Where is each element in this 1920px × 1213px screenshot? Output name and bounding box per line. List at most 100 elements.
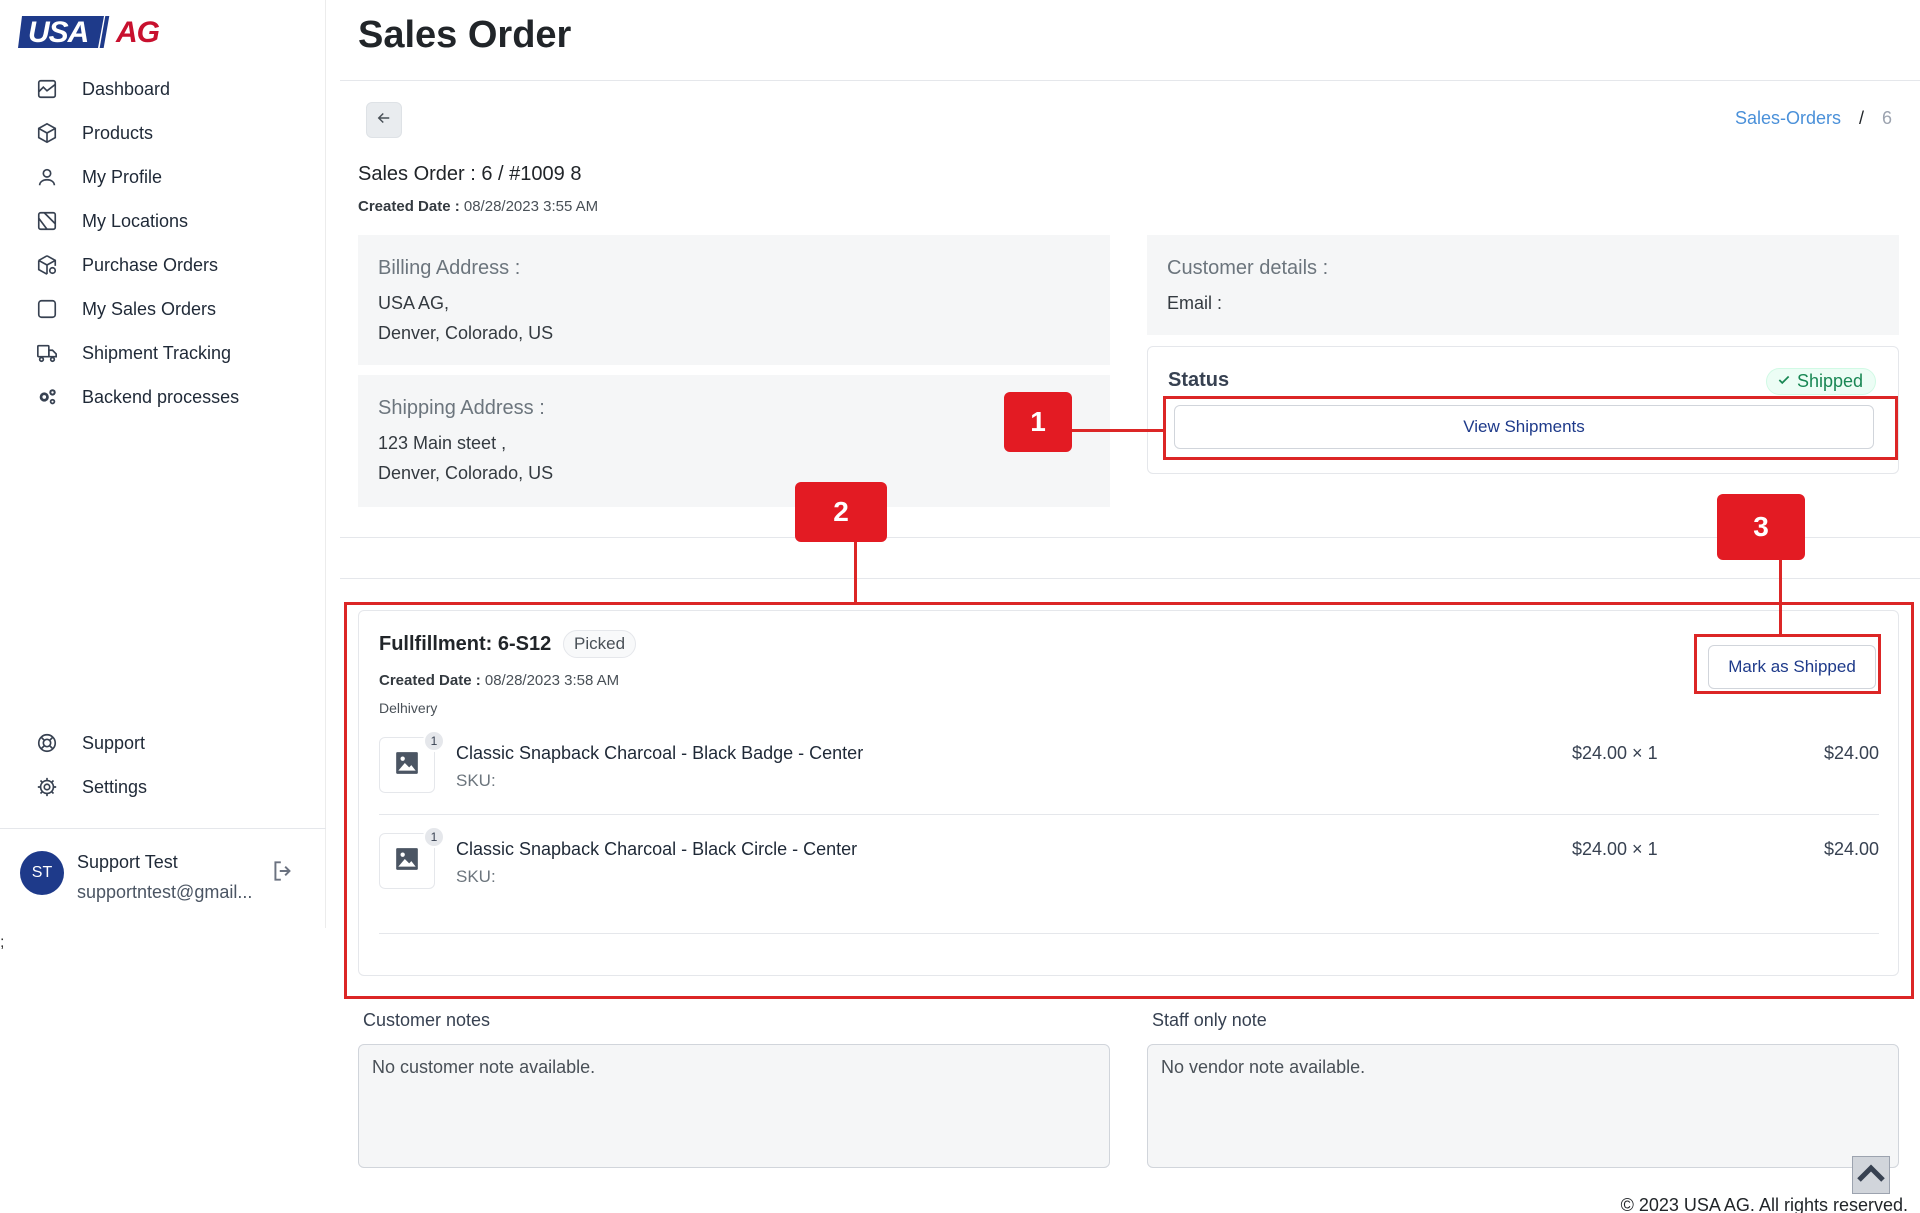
box-icon <box>34 120 60 146</box>
divider <box>340 537 1920 538</box>
sidebar-item-my-profile[interactable]: My Profile <box>0 155 326 199</box>
image-icon <box>394 846 420 877</box>
lifebuoy-icon <box>34 730 60 756</box>
square-icon <box>34 296 60 322</box>
item-total: $24.00 <box>1823 743 1879 763</box>
list-item: 1 Classic Snapback Charcoal - Black Circ… <box>379 826 1879 927</box>
user-profile: ST Support Test supportntest@gmail... <box>20 848 310 908</box>
sidebar: USA AG Dashboard Products My Profile My … <box>0 0 326 928</box>
sidebar-item-backend-processes[interactable]: Backend processes <box>0 375 326 419</box>
quantity-badge: 1 <box>423 730 445 752</box>
stray-text: ; <box>0 934 5 951</box>
shipping-line-1: 123 Main steet , <box>378 433 507 453</box>
item-name: Classic Snapback Charcoal - Black Circle… <box>456 839 858 859</box>
fulfillment-created-date: Created Date : 08/28/2023 3:58 AM <box>379 672 619 689</box>
sidebar-item-purchase-orders[interactable]: Purchase Orders <box>0 243 326 287</box>
billing-line-1: USA AG, <box>378 293 450 313</box>
sidebar-item-dashboard[interactable]: Dashboard <box>0 67 326 111</box>
billing-line-2: Denver, Colorado, US <box>378 323 554 343</box>
product-thumbnail[interactable]: 1 <box>379 730 445 793</box>
item-sku: SKU: <box>456 867 496 886</box>
sidebar-item-settings[interactable]: Settings <box>0 765 326 809</box>
order-title: Sales Order : 6 / #1009 8 <box>358 163 582 185</box>
staff-notes-field[interactable]: No vendor note available. <box>1147 1044 1899 1168</box>
created-label: Created Date : <box>358 198 460 215</box>
sidebar-divider <box>0 828 326 829</box>
billing-address-card: Billing Address : USA AG, Denver, Colora… <box>358 235 1110 365</box>
divider <box>379 933 1879 934</box>
footer-copyright: © 2023 USA AG. All rights reserved. <box>1620 1195 1908 1213</box>
user-icon <box>34 164 60 190</box>
sidebar-item-my-sales-orders[interactable]: My Sales Orders <box>0 287 326 331</box>
shipping-address-card: Shipping Address : 123 Main steet , Denv… <box>358 375 1110 507</box>
sidebar-item-shipment-tracking[interactable]: Shipment Tracking <box>0 331 326 375</box>
logout-icon[interactable] <box>270 858 296 884</box>
created-label: Created Date : <box>379 672 481 689</box>
list-item: 1 Classic Snapback Charcoal - Black Badg… <box>379 730 1879 831</box>
customer-details-card: Customer details : Email : <box>1147 235 1899 335</box>
sidebar-item-products[interactable]: Products <box>0 111 326 155</box>
gear-icon <box>34 774 60 800</box>
item-price: $24.00 × 1 <box>1572 839 1658 859</box>
svg-text:AG: AG <box>115 16 160 49</box>
divider <box>379 814 1879 815</box>
breadcrumb-separator: / <box>1858 108 1864 128</box>
arrow-left-icon <box>375 109 393 132</box>
billing-heading: Billing Address : <box>378 257 521 279</box>
status-label: Status <box>1168 369 1230 391</box>
avatar[interactable]: ST <box>20 851 64 895</box>
created-value: 08/28/2023 3:58 AM <box>484 672 620 689</box>
sidebar-item-label: My Locations <box>82 210 189 231</box>
customer-notes-field[interactable]: No customer note available. <box>358 1044 1110 1168</box>
sidebar-item-support[interactable]: Support <box>0 721 326 765</box>
mark-as-shipped-button[interactable]: Mark as Shipped <box>1708 645 1876 689</box>
image-icon <box>394 750 420 781</box>
item-total: $24.00 <box>1823 839 1879 859</box>
chevron-up-icon <box>1856 1162 1886 1189</box>
back-button[interactable] <box>366 102 402 138</box>
fulfillment-title: Fullfillment: 6-S12 <box>379 633 552 655</box>
page-title: Sales Order <box>358 14 572 56</box>
order-created-date: Created Date : 08/28/2023 3:55 AM <box>358 198 598 215</box>
annotation-connector <box>1072 429 1163 432</box>
sidebar-item-label: Products <box>82 122 154 143</box>
annotation-connector <box>1779 560 1782 634</box>
breadcrumb-sales-orders[interactable]: Sales-Orders <box>1735 108 1841 129</box>
view-shipments-button[interactable]: View Shipments <box>1174 405 1874 449</box>
product-thumbnail[interactable]: 1 <box>379 826 445 889</box>
check-icon <box>1777 371 1791 392</box>
map-icon <box>34 208 60 234</box>
carrier-name: Delhivery <box>379 700 438 716</box>
sidebar-item-label: Support <box>82 732 146 753</box>
sidebar-item-label: My Profile <box>82 166 163 187</box>
shipping-line-2: Denver, Colorado, US <box>378 463 554 483</box>
sidebar-bottom-nav: Support Settings <box>0 721 326 809</box>
breadcrumb: Sales-Orders / 6 <box>1735 108 1892 129</box>
fulfillment-status-badge: Picked <box>563 630 637 658</box>
usa-ag-logo[interactable]: USA AG <box>18 12 186 52</box>
status-card: Status Shipped View Shipments <box>1147 346 1899 474</box>
customer-notes-label: Customer notes <box>363 1010 491 1030</box>
created-value: 08/28/2023 3:55 AM <box>463 198 599 215</box>
user-email: supportntest@gmail... <box>77 882 253 902</box>
scroll-to-top-button[interactable] <box>1852 1156 1890 1194</box>
staff-notes-label: Staff only note <box>1152 1010 1267 1030</box>
divider <box>340 578 1920 579</box>
status-badge-label: Shipped <box>1796 371 1863 391</box>
package-icon <box>34 252 60 278</box>
shipping-heading: Shipping Address : <box>378 397 545 419</box>
customer-heading: Customer details : <box>1167 257 1329 279</box>
customer-email-label: Email : <box>1167 293 1223 313</box>
sidebar-item-label: Backend processes <box>82 386 240 407</box>
annotation-marker-1: 1 <box>1004 392 1072 452</box>
quantity-badge: 1 <box>423 826 445 848</box>
item-sku: SKU: <box>456 771 496 790</box>
truck-icon <box>34 340 60 366</box>
user-name: Support Test <box>77 852 178 872</box>
sidebar-item-my-locations[interactable]: My Locations <box>0 199 326 243</box>
breadcrumb-current: 6 <box>1881 108 1892 128</box>
status-badge: Shipped <box>1765 368 1876 395</box>
sidebar-item-label: Settings <box>82 776 148 797</box>
svg-text:USA: USA <box>28 16 88 49</box>
chart-icon <box>34 76 60 102</box>
